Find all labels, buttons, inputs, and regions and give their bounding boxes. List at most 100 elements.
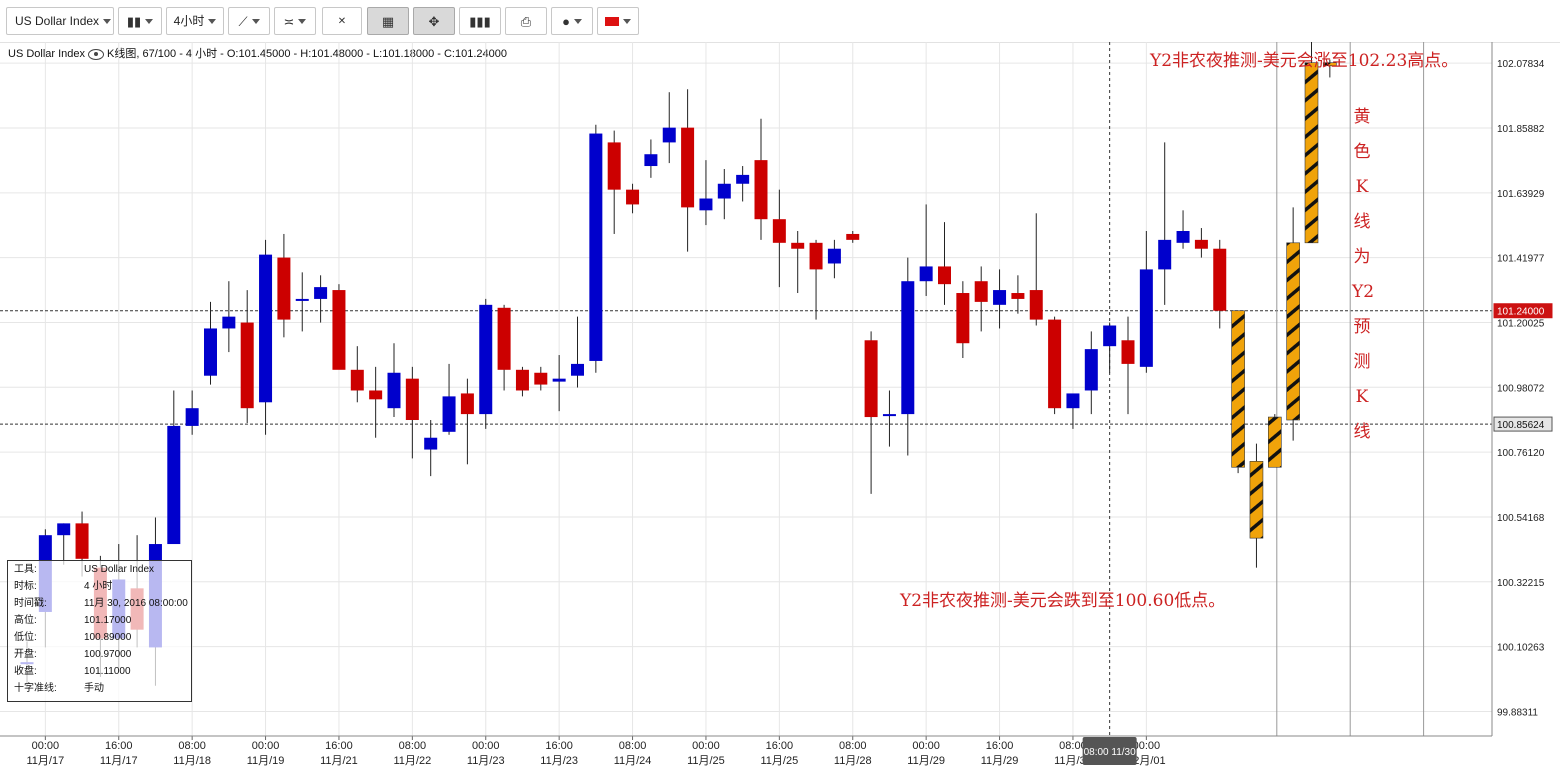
clear-all-button[interactable]: ✕ bbox=[322, 7, 362, 35]
info-row: 工具: US Dollar Index bbox=[14, 563, 194, 577]
candle-body bbox=[974, 281, 988, 302]
forecast-candle-body bbox=[1231, 310, 1245, 468]
candle-body bbox=[699, 198, 713, 211]
price-line-label: 101.24000 bbox=[1497, 307, 1545, 318]
candle-body bbox=[919, 266, 933, 282]
x-tick-time: 16:00 bbox=[105, 740, 133, 752]
x-tick-time: 08:00 bbox=[619, 740, 647, 752]
x-tick-time: 16:00 bbox=[545, 740, 573, 752]
candle-body bbox=[736, 174, 750, 184]
candle-body bbox=[515, 369, 529, 391]
candle-body bbox=[791, 242, 805, 249]
compare-button[interactable]: ≍ bbox=[274, 7, 316, 35]
candle-body bbox=[1048, 319, 1062, 409]
info-row: 时间戳: 11月 30, 2016 08:00:00 bbox=[14, 597, 194, 611]
info-value: 4 小时 bbox=[84, 581, 113, 592]
candle-body bbox=[1194, 239, 1208, 249]
candle-body bbox=[993, 290, 1007, 305]
annotation-vertical-char: Y2 bbox=[1352, 282, 1375, 302]
x-tick-time: 00:00 bbox=[472, 740, 500, 752]
y-tick-label: 100.10263 bbox=[1497, 643, 1545, 654]
x-tick-date: 11月/29 bbox=[981, 755, 1019, 767]
axes: 102.07834 101.85882 101.63929 101.41977 101.… bbox=[0, 42, 1553, 767]
info-value: US Dollar Index bbox=[84, 564, 155, 575]
candle-body bbox=[405, 378, 419, 421]
language-button[interactable] bbox=[597, 7, 639, 35]
annotation-bottom: Y2非农夜推测-美元会跌到至100.60低点。 bbox=[900, 591, 1226, 611]
candle-body bbox=[846, 233, 860, 240]
line-tool-button[interactable]: ⟋ bbox=[228, 7, 270, 35]
candle-body bbox=[1066, 393, 1080, 409]
symbol-selector-label: US Dollar Index bbox=[15, 14, 100, 28]
candle-body bbox=[442, 396, 456, 432]
candle-body bbox=[607, 142, 621, 190]
candle-body bbox=[882, 414, 896, 417]
symbol-selector[interactable]: US Dollar Index bbox=[6, 7, 114, 35]
annotation-vertical-char: 黄 bbox=[1353, 107, 1371, 127]
x-tick-time: 00:00 bbox=[912, 740, 940, 752]
annotation-vertical: 黄色 K 线为 Y2 预测 K 线 bbox=[1352, 100, 1375, 450]
clear-all-icon: ✕ bbox=[337, 15, 347, 27]
y-tick-label: 101.85882 bbox=[1497, 124, 1545, 135]
candle-body bbox=[1213, 248, 1227, 311]
y-tick-label: 101.41977 bbox=[1497, 254, 1545, 265]
candle-body bbox=[424, 437, 438, 450]
x-tick-date: 11月/29 bbox=[907, 755, 945, 767]
annotation-vertical-char: 为 bbox=[1353, 247, 1371, 267]
candle-body bbox=[75, 523, 89, 559]
x-tick-date: 11月/23 bbox=[540, 755, 578, 767]
x-tick-date: 11月/24 bbox=[614, 755, 652, 767]
annotation-vertical-char: 测 bbox=[1353, 352, 1371, 372]
candle-body bbox=[1121, 340, 1135, 364]
chart-type-button[interactable]: ▮▮ bbox=[118, 7, 162, 35]
y-tick-label: 101.63929 bbox=[1497, 189, 1545, 200]
candlestick-chart[interactable]: 102.07834 101.85882 101.63929 101.41977 101.… bbox=[0, 42, 1560, 768]
forecast-candle-body bbox=[1304, 62, 1319, 244]
candle-body bbox=[1158, 239, 1172, 270]
x-tick-date: 11月/19 bbox=[247, 755, 285, 767]
flag-icon bbox=[605, 17, 619, 27]
volume-button[interactable]: ▮▮▮ bbox=[459, 7, 501, 35]
print-button[interactable]: ⎙ bbox=[505, 7, 547, 35]
chevron-down-icon bbox=[251, 19, 260, 25]
fullscreen-icon: ✥ bbox=[428, 13, 440, 29]
candle-body bbox=[240, 322, 254, 409]
candle-body bbox=[57, 523, 71, 536]
info-label: 工具: bbox=[14, 564, 37, 575]
chevron-down-icon bbox=[103, 19, 112, 25]
x-tick-date: 11月/17 bbox=[100, 755, 138, 767]
candle-body bbox=[864, 340, 878, 418]
x-tick-time: 00:00 bbox=[1133, 740, 1161, 752]
candle-body bbox=[681, 127, 695, 208]
forecast-candle-body bbox=[1249, 461, 1264, 539]
chevron-down-icon bbox=[573, 19, 582, 25]
y-tick-label: 100.32215 bbox=[1497, 578, 1545, 589]
x-tick-time: 16:00 bbox=[766, 740, 794, 752]
line-tool-icon: ⟋ bbox=[238, 13, 248, 29]
chevron-down-icon bbox=[623, 19, 631, 25]
fullscreen-button[interactable]: ✥ bbox=[413, 7, 455, 35]
theme-button[interactable]: ● bbox=[551, 7, 593, 35]
x-tick-time: 00:00 bbox=[32, 740, 60, 752]
info-row: 十字准线: 手动 bbox=[14, 682, 194, 696]
candle-body bbox=[626, 189, 640, 205]
grid-button[interactable]: ▦ bbox=[367, 7, 409, 35]
candle-body bbox=[754, 160, 768, 220]
x-tick-date: 11月/17 bbox=[26, 755, 64, 767]
candle-body bbox=[1139, 269, 1153, 367]
candle-body bbox=[277, 257, 291, 320]
grid-icon: ▦ bbox=[381, 13, 395, 29]
timeframe-selector[interactable]: 4小时 bbox=[166, 7, 224, 35]
x-tick-time: 08:00 bbox=[399, 740, 427, 752]
price-line-label: 100.85624 bbox=[1497, 420, 1545, 431]
info-label: 开盘: bbox=[14, 649, 37, 660]
chevron-down-icon bbox=[298, 19, 307, 25]
candle-body bbox=[1029, 290, 1043, 320]
theme-icon: ● bbox=[562, 13, 570, 29]
x-tick-time: 08:00 bbox=[1059, 740, 1087, 752]
y-tick-label: 100.76120 bbox=[1497, 448, 1545, 459]
annotation-vertical-char: K bbox=[1355, 387, 1369, 407]
candle-body bbox=[387, 372, 401, 409]
forecast-candles bbox=[1231, 42, 1337, 568]
candle-body bbox=[772, 219, 786, 243]
